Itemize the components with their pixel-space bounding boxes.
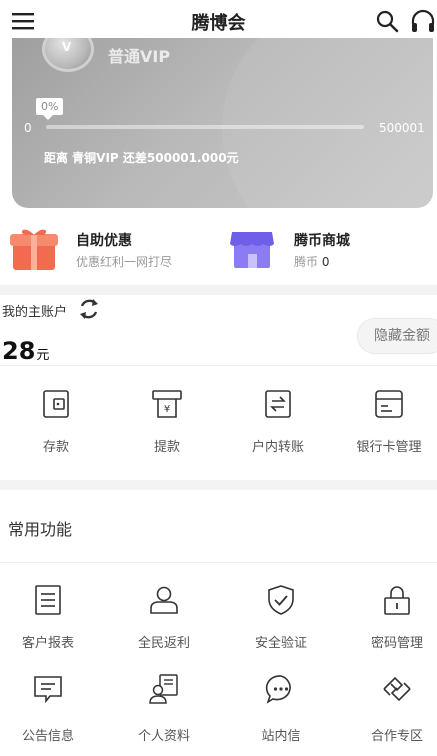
vip-medal-letter: V: [62, 40, 72, 54]
lock-icon: [384, 586, 410, 615]
headset-icon[interactable]: [410, 9, 436, 35]
divider: [0, 562, 437, 563]
promo-subtitle: 优惠红利一网打尽: [76, 255, 173, 269]
password-manage-button[interactable]: 密码管理: [342, 584, 437, 651]
inbox-button[interactable]: 站内信: [226, 673, 336, 744]
account-balance: 28元: [2, 337, 49, 365]
deposit-button[interactable]: 存款: [1, 388, 111, 455]
withdraw-button[interactable]: ¥ 提款: [112, 388, 222, 455]
deposit-label: 存款: [42, 440, 69, 455]
handshake-icon: [383, 676, 411, 702]
section-divider: [0, 480, 437, 490]
withdraw-label: 提款: [153, 440, 180, 455]
bank-card-icon: [375, 390, 403, 418]
main-account-label: 我的主账户: [2, 305, 68, 320]
promo-title: 自助优惠: [76, 233, 132, 249]
search-icon[interactable]: [375, 9, 399, 33]
hide-amount-button[interactable]: 隐藏金额: [357, 318, 437, 354]
message-icon: [265, 675, 291, 704]
customer-report-button[interactable]: 客户报表: [0, 584, 103, 651]
balance-amount: 28: [2, 337, 36, 365]
store-icon: [230, 232, 274, 268]
user-rebate-icon: [150, 586, 178, 614]
common-functions-title: 常用功能: [8, 520, 73, 539]
divider: [0, 365, 437, 366]
announcement-icon: [34, 676, 62, 704]
rebate-button[interactable]: 全民返利: [109, 584, 219, 651]
upgrade-gap-text: 距离 青铜VIP 还差500001.000元: [44, 151, 239, 165]
progress-start-value: 0: [24, 121, 32, 135]
promo-title: 腾币商城: [294, 233, 350, 249]
coin-balance: 0: [321, 255, 330, 269]
report-icon: [35, 585, 61, 615]
progress-percent-badge: 0%: [36, 98, 64, 120]
announcement-label: 公告信息: [21, 729, 74, 744]
self-service-promo[interactable]: 自助优惠 优惠红利一网打尽: [10, 226, 210, 276]
profile-button[interactable]: 个人资料: [109, 673, 219, 744]
shield-check-icon: [268, 585, 294, 615]
profile-label: 个人资料: [137, 729, 190, 744]
page-title: 腾博会: [191, 13, 246, 34]
promo-subtitle: 腾币 0: [294, 253, 329, 270]
partnership-label: 合作专区: [370, 729, 423, 744]
balance-unit: 元: [36, 348, 50, 363]
vip-progress-bar: [46, 125, 364, 129]
internal-transfer-button[interactable]: 户内转账: [223, 388, 333, 455]
coin-mall-promo[interactable]: 腾币商城 腾币 0: [230, 226, 430, 276]
profile-card-icon: [149, 674, 178, 704]
coin-label: 腾币: [294, 255, 319, 269]
security-verify-label: 安全验证: [254, 636, 307, 651]
inbox-label: 站内信: [261, 729, 301, 744]
bank-card-button[interactable]: 银行卡管理: [334, 388, 437, 455]
rebate-label: 全民返利: [137, 636, 190, 651]
transfer-label: 户内转账: [251, 440, 304, 455]
wallet-icon: [43, 390, 69, 418]
announcement-button[interactable]: 公告信息: [0, 673, 103, 744]
refresh-icon[interactable]: [78, 298, 100, 320]
transfer-icon: [265, 390, 291, 418]
customer-report-label: 客户报表: [21, 636, 74, 651]
progress-end-value: 500001: [379, 121, 425, 135]
security-verify-button[interactable]: 安全验证: [226, 584, 336, 651]
partnership-button[interactable]: 合作专区: [342, 673, 437, 744]
password-manage-label: 密码管理: [370, 636, 423, 651]
vip-level-card[interactable]: V 普通VIP 0% 0 500001 距离 青铜VIP 还差500001.00…: [12, 38, 433, 208]
vip-level-name: 普通VIP: [108, 47, 171, 66]
svg-text:¥: ¥: [164, 404, 170, 415]
withdraw-icon: ¥: [152, 390, 182, 418]
bank-card-label: 银行卡管理: [356, 440, 422, 455]
gift-icon: [10, 229, 58, 270]
section-divider: [0, 285, 437, 295]
